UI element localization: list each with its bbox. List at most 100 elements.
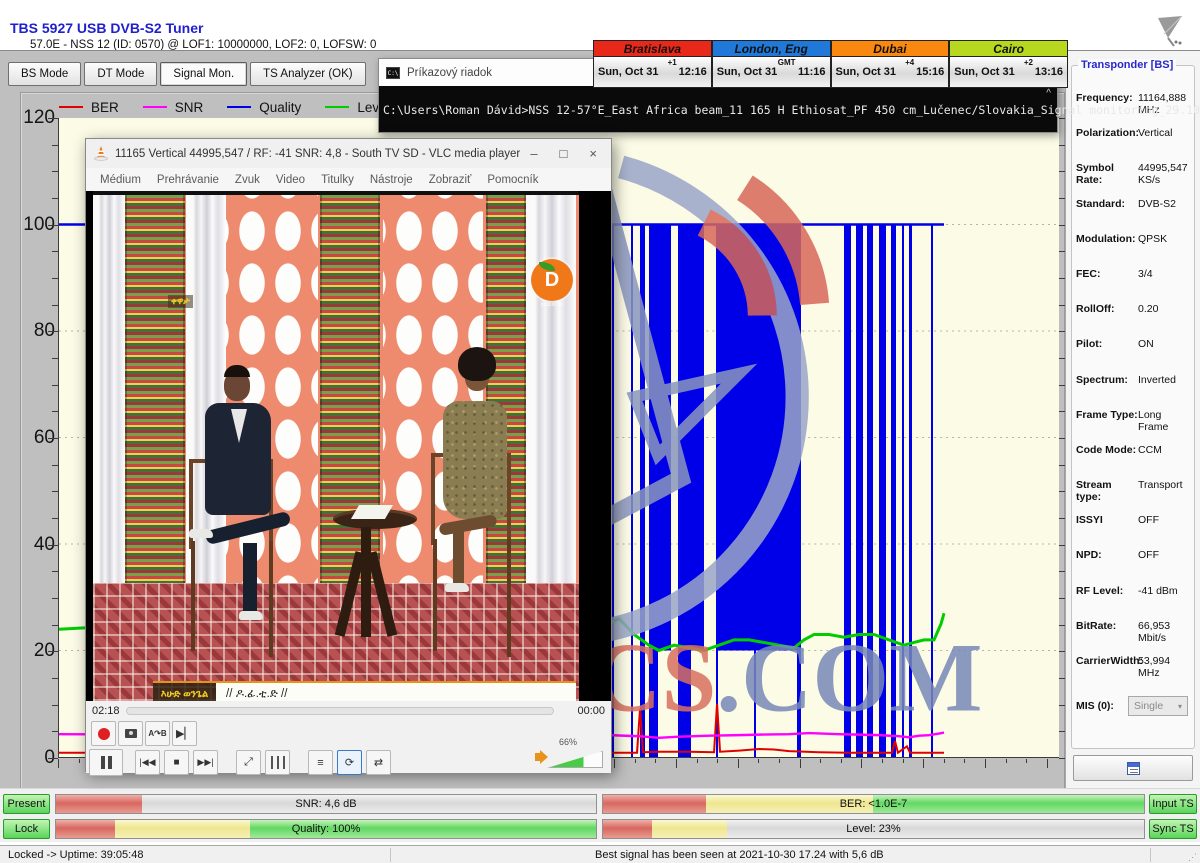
banner-ticker: // ዶ.ፊ.ቲ.ድ // <box>216 681 576 701</box>
cmd-prompt-line: C:\Users\Roman Dávid>NSS 12-57°E_East Af… <box>383 103 1200 117</box>
x-tick <box>1026 759 1027 763</box>
ab-loop-button[interactable]: A↷B <box>145 721 170 746</box>
fullscreen-button[interactable]: ⤢ <box>236 750 261 775</box>
legend-color-dash <box>59 106 83 108</box>
x-tick <box>964 759 965 763</box>
vlc-video-area[interactable]: ቀዋታ D DEBUB TV እሁድ ወንጌል // ዶ.ፊ.ቲ.ድ // 08… <box>86 191 611 701</box>
sync-ts-button[interactable]: Sync TS <box>1149 819 1197 839</box>
x-tick <box>1047 759 1048 768</box>
vlc-menu-pomocnk[interactable]: Pomocník <box>479 174 546 186</box>
amharic-corner-tag: ቀዋታ <box>168 295 193 308</box>
clock-time: 13:16 <box>1035 66 1063 78</box>
previous-button[interactable]: |◀◀ <box>135 750 160 775</box>
record-button[interactable] <box>91 721 116 746</box>
list-icon <box>1127 762 1140 775</box>
vlc-menu-zvuk[interactable]: Zvuk <box>227 174 268 186</box>
vlc-menu-video[interactable]: Video <box>268 174 313 186</box>
host-shoe <box>239 611 263 620</box>
maximize-button[interactable]: □ <box>560 146 568 161</box>
equalizer-icon <box>271 756 285 769</box>
vlc-menu-mdium[interactable]: Médium <box>92 174 149 186</box>
legend-color-dash <box>325 106 349 108</box>
legend-label: BER <box>91 100 119 115</box>
tab-bs-mode[interactable]: BS Mode <box>8 62 81 86</box>
stop-button[interactable]: ■ <box>164 750 189 775</box>
pause-button[interactable] <box>89 749 123 776</box>
lock-uptime-status: Locked -> Uptime: 39:05:48 <box>8 849 143 861</box>
tab-ts-analyzer-ok-[interactable]: TS Analyzer (OK) <box>250 62 365 86</box>
mis-dropdown[interactable]: Single ▾ <box>1128 696 1188 716</box>
clock-city-label: Dubai <box>831 40 950 57</box>
transponder-row: ISSYIOFF <box>1076 514 1192 549</box>
clock-bratislava: BratislavaSun, Oct 31+112:16 <box>593 40 712 88</box>
volume-percent: 66% <box>559 737 577 747</box>
close-button[interactable]: × <box>589 146 597 161</box>
vlc-menu-zobrazi[interactable]: Zobraziť <box>421 174 480 186</box>
minimize-button[interactable]: – <box>530 146 537 161</box>
clock-london-eng: London, EngSun, Oct 31GMT11:16 <box>712 40 831 88</box>
loop-button[interactable]: ⟳ <box>337 750 362 775</box>
transponder-row: Modulation:QPSK <box>1076 233 1192 268</box>
present-button[interactable]: Present <box>3 794 50 814</box>
extended-settings-button[interactable] <box>265 750 290 775</box>
vlc-menubar: MédiumPrehrávanieZvukVideoTitulkyNástroj… <box>86 168 611 191</box>
transponder-groupbox: Transponder [BS] Frequency:11164,888 MHz… <box>1071 65 1195 749</box>
fabric-strip <box>125 195 185 638</box>
transponder-row: RF Level:-41 dBm <box>1076 585 1192 620</box>
command-prompt-body[interactable]: C:\Users\Roman Dávid>NSS 12-57°E_East Af… <box>379 86 1057 132</box>
transponder-row: FEC:3/4 <box>1076 268 1192 303</box>
vlc-menu-titulky[interactable]: Titulky <box>313 174 362 186</box>
transponder-row-value: -41 dBm <box>1138 585 1192 597</box>
x-tick <box>861 759 862 768</box>
x-tick <box>841 759 842 763</box>
legend-label: Quality <box>259 100 301 115</box>
input-ts-button[interactable]: Input TS <box>1149 794 1197 814</box>
vlc-menu-nstroje[interactable]: Nástroje <box>362 174 421 186</box>
clock-city-label: Bratislava <box>593 40 712 57</box>
scroll-up-arrow[interactable]: ^ <box>1046 88 1051 99</box>
clock-utc-offset: GMT <box>778 58 796 67</box>
playlist-button[interactable]: ≡ <box>308 750 333 775</box>
volume-slider[interactable] <box>547 751 603 768</box>
record-icon <box>98 728 110 740</box>
legend-color-dash <box>143 106 167 108</box>
vlc-menu-prehrvanie[interactable]: Prehrávanie <box>149 174 227 186</box>
clock-city-label: London, Eng <box>712 40 831 57</box>
lock-button[interactable]: Lock <box>3 819 50 839</box>
host-leg <box>243 543 257 613</box>
transponder-row-label: Standard: <box>1076 198 1138 210</box>
y-tick <box>48 651 58 652</box>
vlc-titlebar[interactable]: 11165 Vertical 44995,547 / RF: -41 SNR: … <box>86 139 611 168</box>
logo-subtext: DEBUB TV <box>531 302 573 307</box>
world-clocks: BratislavaSun, Oct 31+112:16London, EngS… <box>593 40 1068 88</box>
x-tick <box>779 759 780 763</box>
mis-label: MIS (0): <box>1076 700 1128 712</box>
legend-label: SNR <box>175 100 204 115</box>
curtain-strip <box>93 195 125 638</box>
y-tick <box>48 118 58 119</box>
transponder-row-value: QPSK <box>1138 233 1192 245</box>
x-tick <box>717 759 718 763</box>
transponder-row-label: Modulation: <box>1076 233 1138 245</box>
seek-slider[interactable] <box>126 707 554 715</box>
vlc-window[interactable]: 11165 Vertical 44995,547 / RF: -41 SNR: … <box>85 138 612 772</box>
shuffle-button[interactable]: ⇄ <box>366 750 391 775</box>
snapshot-button[interactable] <box>118 721 143 746</box>
tab-signal-mon-[interactable]: Signal Mon. <box>160 62 247 86</box>
clock-utc-offset: +1 <box>668 58 677 67</box>
guest-figure <box>443 401 507 519</box>
chevron-down-icon: ▾ <box>1178 702 1182 711</box>
transponder-row-label: CarrierWidth: <box>1076 655 1138 667</box>
signal-bar-label: SNR: 4,6 dB <box>56 795 596 813</box>
chair-leg <box>507 539 511 657</box>
frame-by-frame-button[interactable]: ▶▏ <box>172 721 197 746</box>
resize-grip[interactable]: ⋰ <box>1188 852 1198 863</box>
speaker-icon[interactable] <box>535 753 541 761</box>
transponder-row-label: RF Level: <box>1076 585 1138 597</box>
transponder-row-label: Symbol Rate: <box>1076 162 1138 186</box>
ts-data-button[interactable] <box>1073 755 1193 781</box>
x-tick <box>820 759 821 763</box>
next-button[interactable]: ▶▶| <box>193 750 218 775</box>
transponder-rows: Frequency:11164,888 MHzPolarization:Vert… <box>1076 92 1192 690</box>
tab-dt-mode[interactable]: DT Mode <box>84 62 157 86</box>
